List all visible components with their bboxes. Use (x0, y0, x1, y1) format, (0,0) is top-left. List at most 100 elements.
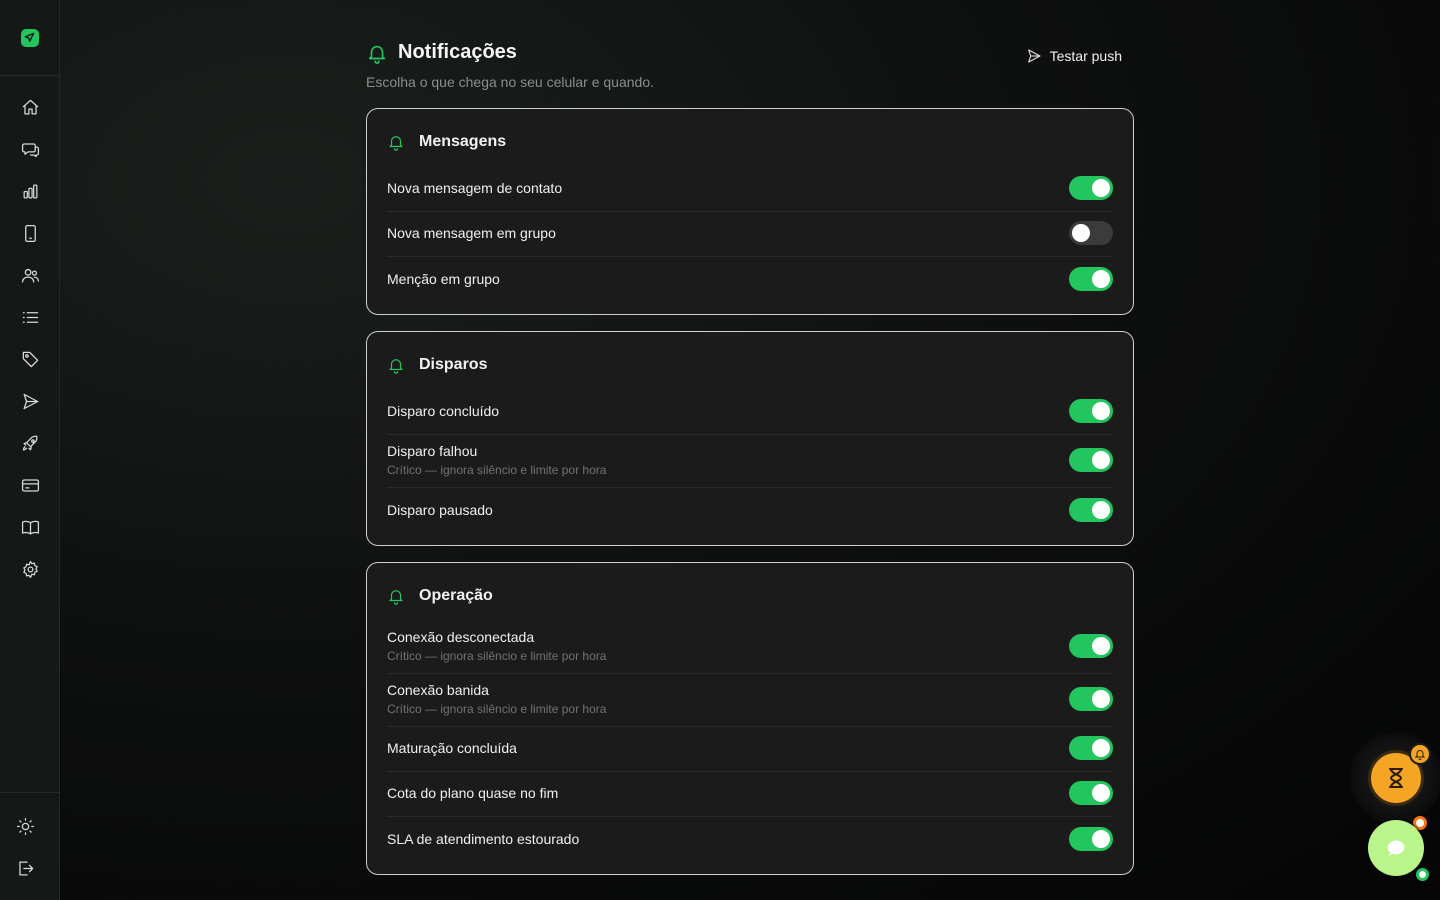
notification-row: Conexão banida Crítico — ignora silêncio … (387, 674, 1113, 727)
notification-row: Nova mensagem de contato (387, 167, 1113, 212)
bell-icon (389, 359, 403, 374)
sidebar-item-billing[interactable] (0, 464, 60, 506)
notification-row: SLA de atendimento estourado (387, 817, 1113, 862)
page-title: Notificações (398, 41, 517, 63)
home-icon (22, 99, 38, 114)
notification-toggle[interactable] (1069, 399, 1113, 423)
row-text: Conexão banida Crítico — ignora silêncio … (387, 682, 606, 716)
rocket-icon (22, 435, 38, 450)
notification-label: Maturação concluída (387, 740, 517, 756)
logout-button[interactable] (0, 847, 50, 889)
notification-label: Conexão banida (387, 682, 489, 698)
notification-label: Nova mensagem em grupo (387, 225, 556, 241)
chat-widget-button[interactable] (1368, 820, 1424, 876)
sidebar-item-chats[interactable] (0, 128, 60, 170)
notification-toggle[interactable] (1069, 826, 1113, 851)
row-text: SLA de atendimento estourado (387, 831, 579, 847)
sidebar-item-tags[interactable] (0, 338, 60, 380)
row-text: Disparo falhou Crítico — ignora silêncio … (387, 443, 606, 477)
row-text: Disparo pausado (387, 502, 493, 518)
notification-label: Disparo concluído (387, 403, 500, 419)
bell-icon (1414, 750, 1426, 760)
notification-hint: Crítico — ignora silêncio e limite por h… (387, 649, 607, 663)
send-logo-icon[interactable] (20, 28, 39, 47)
sidebar (0, 0, 60, 900)
toggle-knob (1092, 829, 1110, 848)
notification-label: Disparo pausado (387, 501, 493, 518)
notification-hint: Crítico — ignora silêncio e limite por h… (387, 702, 607, 716)
tag-icon (22, 351, 38, 367)
toggle-knob (1092, 784, 1110, 802)
sidebar-item-home[interactable] (0, 86, 60, 128)
toggle-knob (1092, 402, 1110, 420)
row-text: Nova mensagem em grupo (387, 225, 556, 241)
notification-toggle[interactable] (1069, 634, 1113, 658)
chat-bubbles-icon (21, 142, 39, 157)
notification-label: Conexão desconectada (387, 629, 535, 645)
sidebar-item-campaigns[interactable] (0, 380, 60, 422)
section-header: Disparos (387, 352, 1113, 378)
notification-label: Disparo falhou (387, 443, 478, 459)
section-card: Disparos Disparo concluído Disparo falhou C… (366, 331, 1134, 546)
section-header: Mensagens (387, 129, 1113, 155)
title-row: Notificações (366, 41, 517, 64)
notification-toggle[interactable] (1069, 176, 1113, 200)
sidebar-item-reports[interactable] (0, 170, 60, 212)
theme-toggle-button[interactable] (0, 805, 50, 847)
notification-toggle[interactable] (1069, 266, 1113, 291)
test-push-button[interactable]: Testar push (1026, 48, 1122, 64)
main-content: Notificações Escolha o que chega no seu … (366, 0, 1134, 891)
notification-row: Disparo concluído (387, 390, 1113, 435)
bell-icon (389, 136, 403, 151)
gear-icon (22, 560, 38, 578)
section-card: Operação Conexão desconectada Crítico — ig… (366, 562, 1134, 875)
notification-toggle[interactable] (1069, 687, 1113, 711)
notification-sections: Mensagens Nova mensagem de contato Nova me… (366, 108, 1134, 875)
row-text: Menção em grupo (387, 271, 500, 287)
row-text: Maturação concluída (387, 740, 517, 756)
notification-label: SLA de atendimento estourado (387, 830, 580, 847)
sidebar-item-docs[interactable] (0, 506, 60, 548)
sidebar-item-lists[interactable] (0, 296, 60, 338)
notification-toggle[interactable] (1069, 736, 1113, 760)
smartphone-icon (24, 224, 36, 242)
toggle-knob (1092, 179, 1110, 197)
bell-icon (389, 590, 403, 605)
notification-toggle[interactable] (1069, 781, 1113, 805)
page-subtitle: Escolha o que chega no seu celular e qua… (366, 74, 654, 90)
bar-chart-icon (23, 184, 37, 198)
section-card: Mensagens Nova mensagem de contato Nova me… (366, 108, 1134, 315)
page-header: Notificações Escolha o que chega no seu … (366, 0, 1134, 108)
sidebar-item-contacts[interactable] (0, 254, 60, 296)
notification-label: Cota do plano quase no fim (387, 785, 559, 801)
notification-row: Maturação concluída (387, 727, 1113, 772)
sidebar-item-settings[interactable] (0, 548, 60, 590)
send-icon (23, 393, 38, 409)
sidebar-item-warmup[interactable] (0, 422, 60, 464)
hourglass-icon (1389, 768, 1403, 788)
notification-hint: Crítico — ignora silêncio e limite por h… (387, 463, 607, 477)
toggle-knob (1092, 500, 1110, 519)
users-icon (21, 268, 39, 282)
status-dot-green (1416, 868, 1429, 881)
notification-row: Menção em grupo (387, 257, 1113, 302)
send-icon (1027, 49, 1041, 63)
notification-toggle[interactable] (1069, 497, 1113, 522)
notification-row: Disparo pausado (387, 488, 1113, 533)
chat-bubble-icon (1387, 840, 1405, 856)
notification-toggle[interactable] (1069, 448, 1113, 472)
toggle-knob (1072, 224, 1090, 242)
sidebar-bottom (0, 792, 60, 900)
toggle-knob (1092, 739, 1110, 757)
logout-icon (18, 861, 33, 875)
notification-row: Nova mensagem em grupo (387, 212, 1113, 257)
logo-area (0, 0, 59, 76)
sun-icon (16, 817, 34, 835)
sidebar-item-devices[interactable] (0, 212, 60, 254)
bell-icon (368, 45, 386, 64)
notification-label: Menção em grupo (387, 270, 500, 287)
notification-toggle[interactable] (1069, 221, 1113, 245)
notification-row: Cota do plano quase no fim (387, 772, 1113, 817)
toggle-knob (1092, 269, 1110, 288)
credit-card-icon (21, 478, 39, 492)
